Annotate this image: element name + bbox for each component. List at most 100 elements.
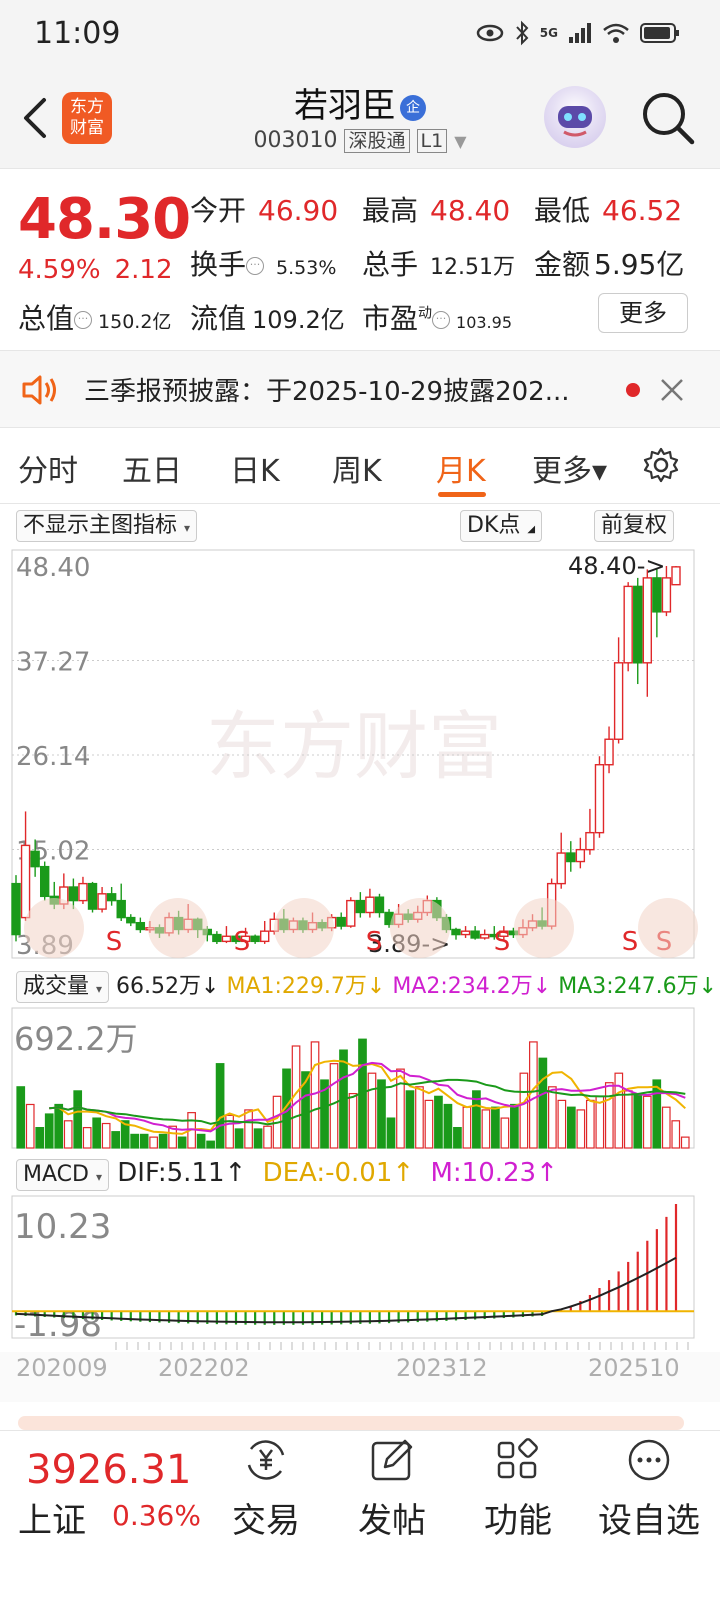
volume-bar bbox=[348, 1092, 358, 1149]
volume-bar bbox=[92, 1117, 102, 1149]
more-overlay[interactable] bbox=[390, 898, 450, 958]
volume-bar bbox=[35, 1126, 45, 1149]
volume-bar bbox=[671, 1120, 681, 1149]
volume-bar bbox=[585, 1099, 595, 1149]
signal-marker-s: S bbox=[106, 927, 123, 957]
volume-bar bbox=[623, 1090, 633, 1149]
signal-marker-s: S bbox=[494, 927, 511, 957]
volume-bar bbox=[576, 1109, 586, 1149]
candle-body bbox=[594, 764, 605, 834]
volume-bar bbox=[367, 1072, 377, 1149]
candle-body bbox=[11, 882, 21, 936]
candle-body bbox=[479, 933, 490, 939]
volume-bar bbox=[614, 1072, 624, 1149]
signal-marker-s: S bbox=[366, 927, 383, 957]
volume-bar bbox=[82, 1126, 92, 1149]
volume-bar bbox=[149, 1136, 158, 1149]
nav-post-label: 发帖 bbox=[358, 1501, 426, 1541]
candle-body bbox=[346, 899, 356, 927]
candle-body bbox=[374, 896, 385, 914]
candle-body bbox=[87, 882, 98, 910]
promo-strip bbox=[18, 1416, 684, 1430]
candle-body bbox=[566, 852, 576, 863]
volume-bar bbox=[253, 1128, 263, 1149]
volume-max-label: 692.2万 bbox=[14, 1020, 138, 1058]
volume-bar bbox=[633, 1092, 643, 1149]
candle-body bbox=[336, 916, 346, 927]
candle-body bbox=[250, 935, 260, 943]
watermark: 东方财富 bbox=[206, 704, 502, 790]
volume-bar bbox=[215, 1063, 225, 1149]
candle-body bbox=[642, 577, 653, 664]
volume-bar bbox=[177, 1136, 187, 1149]
candle-body bbox=[604, 738, 614, 766]
price-tick-label: 48.40 bbox=[16, 553, 90, 583]
candle-body bbox=[68, 886, 79, 902]
candle-body bbox=[661, 577, 672, 613]
volume-bar bbox=[424, 1099, 434, 1149]
bottom-bar: 3926.31 上证 0.36% 交易 发帖 功能 设自选 bbox=[0, 1430, 720, 1600]
candle-body bbox=[556, 852, 566, 885]
candle-body bbox=[78, 882, 88, 902]
scroll-left-overlay[interactable] bbox=[24, 898, 84, 958]
add-marker-overlay[interactable] bbox=[148, 898, 208, 958]
scroll-right-overlay[interactable] bbox=[514, 898, 574, 958]
volume-bar bbox=[661, 1106, 671, 1149]
volume-bar bbox=[491, 1106, 500, 1149]
volume-bar bbox=[443, 1103, 453, 1149]
volume-bar bbox=[44, 1113, 54, 1149]
nav-post[interactable]: 发帖 bbox=[342, 1437, 442, 1542]
candle-body bbox=[470, 930, 480, 939]
candle-body bbox=[20, 844, 31, 919]
volume-bar bbox=[415, 1086, 424, 1149]
expand-overlay[interactable] bbox=[638, 898, 698, 958]
volume-bar bbox=[101, 1122, 111, 1149]
trade-yen-icon bbox=[247, 1440, 285, 1480]
candle-body bbox=[126, 916, 136, 924]
functions-grid-icon bbox=[497, 1438, 538, 1479]
candle-body bbox=[259, 930, 270, 943]
volume-bar bbox=[139, 1133, 149, 1149]
nav-trade[interactable]: 交易 bbox=[216, 1437, 316, 1542]
volume-bar bbox=[595, 1095, 605, 1149]
candle-body bbox=[633, 585, 643, 664]
volume-bar bbox=[680, 1136, 690, 1149]
nav-add-watchlist-label: 设自选 bbox=[598, 1501, 700, 1541]
index-name: 上证 bbox=[18, 1501, 86, 1541]
candle-body bbox=[355, 899, 366, 914]
index-change: 0.36% bbox=[112, 1499, 201, 1532]
high-annotation: 48.40-> bbox=[568, 552, 665, 580]
candle-body bbox=[671, 566, 681, 586]
nav-functions[interactable]: 功能 bbox=[468, 1437, 568, 1542]
candle-body bbox=[116, 899, 126, 919]
candle-body bbox=[135, 921, 146, 931]
price-tick-label: 37.27 bbox=[16, 648, 90, 678]
candle-body bbox=[39, 865, 50, 898]
signal-marker-s: S bbox=[234, 927, 251, 957]
volume-bar bbox=[130, 1133, 140, 1149]
volume-bar bbox=[462, 1106, 472, 1149]
add-marker-overlay[interactable] bbox=[274, 898, 334, 958]
volume-bar bbox=[377, 1079, 386, 1149]
volume-bar bbox=[538, 1057, 548, 1149]
nav-functions-label: 功能 bbox=[484, 1501, 552, 1541]
volume-bar bbox=[642, 1095, 652, 1149]
candle-body bbox=[613, 662, 624, 740]
macd-max-label: 10.23 bbox=[14, 1207, 111, 1247]
candle-body bbox=[30, 850, 40, 868]
edit-post-icon bbox=[371, 1439, 413, 1481]
candle-body bbox=[97, 893, 107, 910]
nav-add-watchlist[interactable]: 设自选 bbox=[594, 1437, 704, 1542]
volume-bar bbox=[63, 1120, 73, 1149]
volume-bar bbox=[604, 1082, 614, 1149]
volume-bar bbox=[54, 1103, 64, 1149]
volume-bar bbox=[481, 1109, 491, 1149]
volume-bar bbox=[158, 1133, 168, 1149]
volume-bar bbox=[434, 1095, 443, 1149]
volume-bar bbox=[396, 1068, 405, 1149]
candle-body bbox=[106, 893, 117, 902]
volume-bar bbox=[566, 1106, 576, 1149]
kline-chart[interactable]: 东方财富48.4037.2726.1415.023.8948.40->3.89-… bbox=[0, 0, 720, 1430]
volume-bar bbox=[329, 1063, 339, 1149]
volume-bar bbox=[500, 1117, 510, 1149]
